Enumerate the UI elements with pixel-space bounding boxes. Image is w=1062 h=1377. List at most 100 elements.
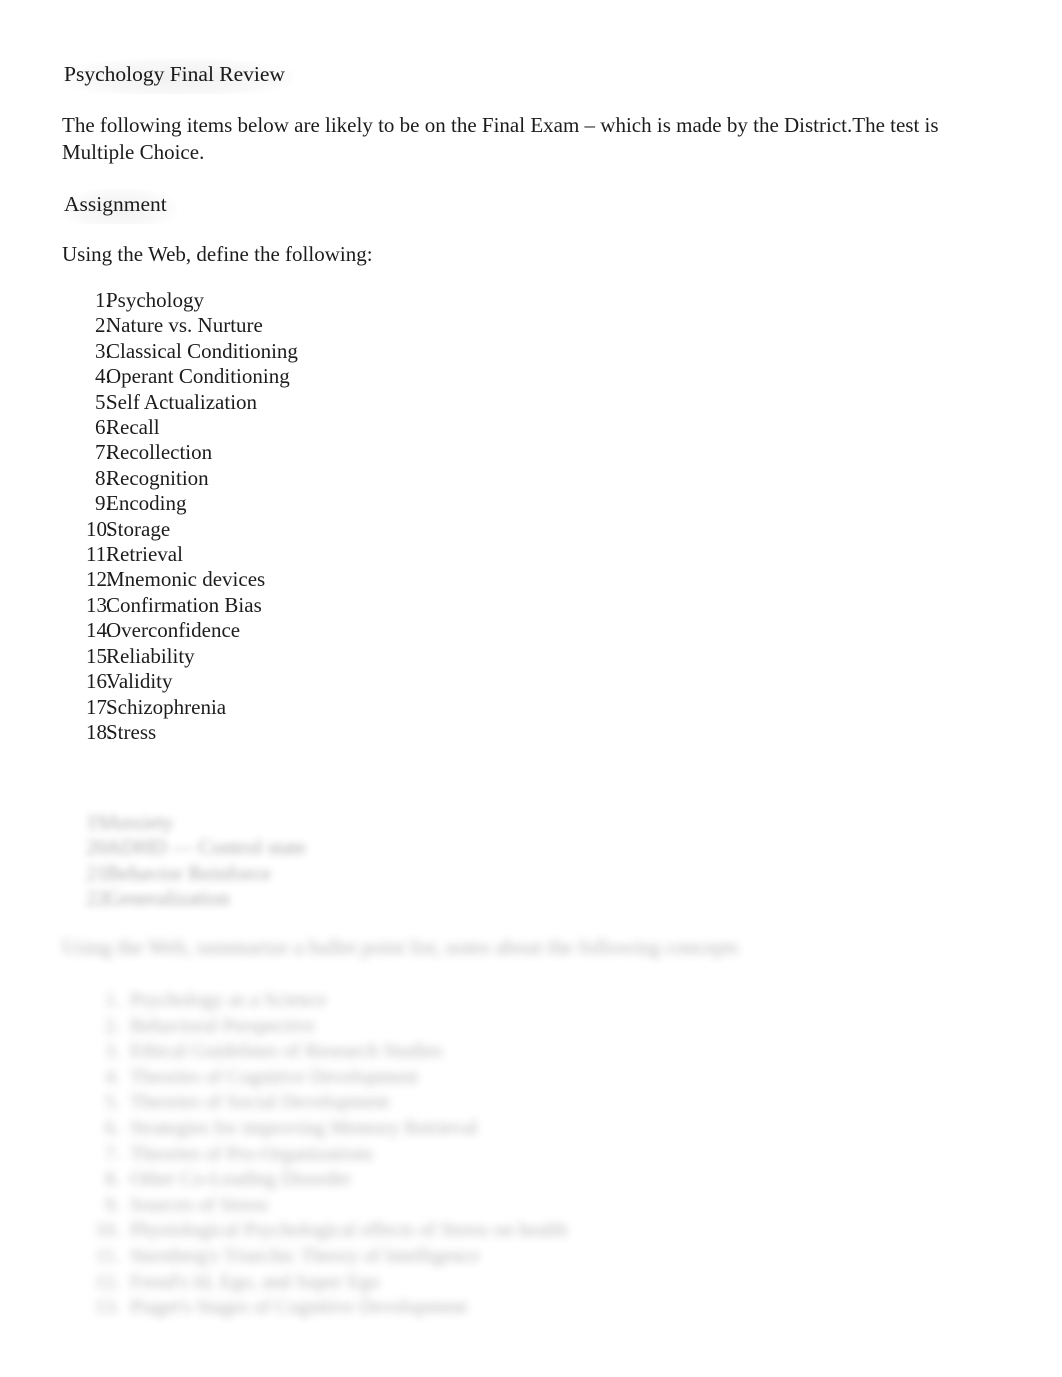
list-item-obscured: 10. Physiological Psychological effects o…: [90, 1218, 567, 1244]
assignment-instruction: Using the Web, define the following:: [62, 242, 373, 266]
list-item-number: 4.: [95, 364, 111, 389]
definition-list: 1.Psychology 2.Nature vs. Nurture 3.Clas…: [62, 288, 298, 745]
list-item-obscured: 21.Behavior Reinforce: [62, 861, 306, 886]
list-item-obscured: 11. Sternberg's Triarchic Theory of Intel…: [90, 1244, 567, 1270]
list-item-number: 3.: [95, 338, 111, 363]
list-item-label: Encoding: [106, 491, 187, 516]
list-item: 13.Confirmation Bias: [62, 593, 298, 618]
list-item-label: Piaget's Stages of Cognitive Development: [130, 1296, 467, 1319]
list-item-number: 20.: [86, 835, 113, 860]
list-item-number: 4.: [105, 1065, 120, 1088]
list-item-label: Nature vs. Nurture: [106, 313, 263, 338]
list-item-obscured: 7. Theories of Pro-Organizations: [90, 1142, 567, 1168]
list-item-number: 9.: [105, 1193, 120, 1216]
list-item-number: 8.: [105, 1168, 120, 1191]
page-title: Psychology Final Review: [62, 58, 293, 94]
list-item-obscured: 5. Theories of Social Development: [90, 1090, 567, 1116]
list-item-label: Sources of Stress: [130, 1193, 268, 1216]
list-item: 7.Recollection: [62, 440, 298, 465]
list-item-label: Strategies for improving Memory Retrieva…: [130, 1116, 478, 1139]
list-item-number: 8.: [95, 465, 111, 490]
list-item-number: 9.: [95, 491, 111, 516]
list-item-number: 22.: [86, 886, 113, 911]
list-item-label: Recall: [106, 415, 160, 440]
list-item-obscured: 8. Other Co-Leading Disorder: [90, 1167, 567, 1193]
definition-list-obscured: 19.Anxiety 20.ADHD — Control state 21.Be…: [62, 810, 306, 912]
list-item-obscured: 2. Behavioral Perspective: [90, 1014, 567, 1040]
list-item-label: Anxiety: [106, 810, 174, 834]
list-item-number: 13.: [95, 1296, 120, 1319]
list-item-label: Theories of Social Development: [130, 1091, 390, 1114]
list-item-label: Behavior Reinforce: [106, 860, 272, 885]
list-item-label: Confirmation Bias: [106, 592, 262, 617]
list-item-obscured: 19.Anxiety: [62, 810, 306, 835]
list-item-number: 6.: [95, 415, 111, 440]
list-item-obscured: 22.Generalization: [62, 886, 306, 911]
list-item-number: 5.: [105, 1091, 120, 1114]
list-item-label: Storage: [106, 516, 171, 541]
list-item-number: 10.: [95, 1219, 120, 1242]
list-item-label: Freud's Id, Ego, and Super Ego: [130, 1270, 380, 1293]
list-item-label: Operant Conditioning: [106, 364, 290, 389]
list-item-number: 11.: [95, 1244, 120, 1267]
list-item-number: 1.: [95, 288, 111, 312]
list-item-number: 12.: [86, 567, 113, 592]
list-item-label: Theories of Cognitive Development: [130, 1065, 419, 1088]
page-title-container: Psychology Final Review: [62, 58, 1002, 96]
section-heading-container: Assignment: [62, 188, 177, 224]
list-item: 16.Validity: [62, 669, 298, 694]
list-item-number: 7.: [105, 1142, 120, 1165]
list-item-obscured: 13. Piaget's Stages of Cognitive Developm…: [90, 1295, 567, 1321]
list-item-number: 11.: [86, 542, 112, 567]
list-item-label: Schizophrenia: [106, 694, 227, 719]
list-item-label: Overconfidence: [106, 618, 241, 643]
list-item: 4.Operant Conditioning: [62, 364, 298, 389]
list-item: 2.Nature vs. Nurture: [62, 313, 298, 338]
list-item-label: Generalization: [106, 886, 230, 911]
list-item-number: 16.: [86, 669, 113, 694]
list-item-label: Reliability: [106, 643, 195, 668]
list-item-obscured: 12. Freud's Id, Ego, and Super Ego: [90, 1270, 567, 1296]
list-item: 11.Retrieval: [62, 542, 298, 567]
list-item: 8.Recognition: [62, 466, 298, 491]
list-item-number: 14.: [86, 618, 113, 643]
list-item-number: 2.: [105, 1014, 120, 1037]
list-item: 6.Recall: [62, 415, 298, 440]
list-item-label: Psychology as a Science: [130, 989, 327, 1011]
list-item-obscured: 3. Ethical Guidelines of Research Studies: [90, 1039, 567, 1065]
list-item-number: 12.: [95, 1270, 120, 1293]
list-item-label: Ethical Guidelines of Research Studies: [130, 1040, 443, 1063]
list-item-number: 7.: [95, 440, 111, 465]
list-item-label: Self Actualization: [106, 389, 258, 414]
list-item-number: 3.: [105, 1040, 120, 1063]
list-item-label: Recognition: [106, 465, 209, 490]
list-item-label: Behavioral Perspective: [130, 1014, 315, 1037]
list-item-obscured: 20.ADHD — Control state: [62, 835, 306, 860]
list-item-label: Stress: [106, 719, 157, 744]
list-item: 3.Classical Conditioning: [62, 339, 298, 364]
list-item-label: Classical Conditioning: [106, 338, 298, 363]
list-item-label: ADHD — Control state: [106, 835, 307, 860]
list-item: 9.Encoding: [62, 491, 298, 516]
section-heading-assignment: Assignment: [62, 188, 177, 224]
list-item: 18.Stress: [62, 720, 298, 745]
list-item-obscured: 6. Strategies for improving Memory Retrie…: [90, 1116, 567, 1142]
document-page: Psychology Final Review The following it…: [0, 0, 1062, 1377]
list-item-number: 13.: [86, 592, 113, 617]
intro-paragraph: The following items below are likely to …: [62, 113, 939, 164]
list-item-number: 19.: [86, 810, 113, 834]
list-item-number: 15.: [86, 643, 113, 668]
list-item-number: 5.: [95, 389, 111, 414]
list-item-number: 2.: [95, 313, 111, 338]
list-item: 1.Psychology: [62, 288, 298, 313]
list-item-label: Recollection: [106, 440, 213, 465]
list-item: 15.Reliability: [62, 644, 298, 669]
list-item-label: Physiological Psychological effects of S…: [130, 1219, 568, 1242]
list-item: 17.Schizophrenia: [62, 695, 298, 720]
list-item-label: Other Co-Leading Disorder: [130, 1168, 352, 1191]
document-body: Psychology Final Review The following it…: [62, 58, 1002, 1318]
list-item-number: 6.: [105, 1116, 120, 1139]
list-item-number: 18.: [86, 719, 113, 744]
list-item-number: 21.: [86, 860, 113, 885]
list-item-obscured: 4. Theories of Cognitive Development: [90, 1065, 567, 1091]
